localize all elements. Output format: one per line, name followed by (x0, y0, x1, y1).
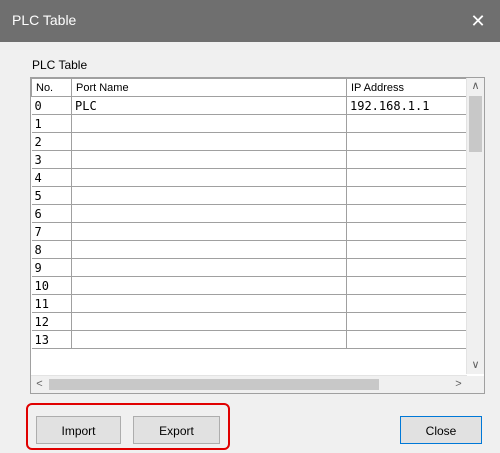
cell-ip-address[interactable] (346, 132, 469, 151)
table-row[interactable]: 9 (31, 258, 469, 277)
table-row[interactable]: 1 (31, 114, 469, 133)
cell-ip-address[interactable] (346, 222, 469, 241)
column-header-ip-address[interactable]: IP Address (346, 78, 469, 97)
export-button[interactable]: Export (133, 416, 220, 444)
vertical-scrollbar[interactable]: ∧ ∨ (466, 78, 484, 374)
table-row[interactable]: 12 (31, 312, 469, 331)
cell-no[interactable]: 10 (31, 276, 72, 295)
title-bar: PLC Table ✕ (0, 0, 500, 42)
cell-no[interactable]: 4 (31, 168, 72, 187)
cell-no[interactable]: 6 (31, 204, 72, 223)
horizontal-scrollbar[interactable]: < > (31, 375, 467, 393)
cell-no[interactable]: 1 (31, 114, 72, 133)
cell-ip-address[interactable] (346, 276, 469, 295)
cell-no[interactable]: 12 (31, 312, 72, 331)
scrollbar-corner (467, 376, 484, 393)
cell-ip-address[interactable] (346, 150, 469, 169)
close-button[interactable]: Close (400, 416, 482, 444)
cell-no[interactable]: 0 (31, 96, 72, 115)
table-row[interactable]: 2 (31, 132, 469, 151)
cell-ip-address[interactable]: 192.168.1.1 (346, 96, 469, 115)
table-row[interactable]: 5 (31, 186, 469, 205)
table-row[interactable]: 10 (31, 276, 469, 295)
cell-ip-address[interactable] (346, 114, 469, 133)
cell-no[interactable]: 5 (31, 186, 72, 205)
cell-port-name[interactable] (71, 132, 347, 151)
cell-ip-address[interactable] (346, 204, 469, 223)
cell-port-name[interactable] (71, 168, 347, 187)
cell-ip-address[interactable] (346, 330, 469, 349)
import-button[interactable]: Import (36, 416, 121, 444)
table-row[interactable]: 4 (31, 168, 469, 187)
scroll-left-icon[interactable]: < (31, 376, 48, 393)
cell-ip-address[interactable] (346, 168, 469, 187)
table-row[interactable]: 13 (31, 330, 469, 349)
scroll-right-icon[interactable]: > (450, 376, 467, 393)
cell-port-name[interactable] (71, 204, 347, 223)
scroll-down-icon[interactable]: ∨ (467, 357, 484, 374)
cell-no[interactable]: 13 (31, 330, 72, 349)
table-row[interactable]: 6 (31, 204, 469, 223)
plc-table-grid[interactable]: No. Port Name IP Address 0 PLC 192.168.1.1… (30, 77, 485, 394)
horizontal-scroll-thumb[interactable] (49, 379, 379, 390)
plc-table: No. Port Name IP Address 0 PLC 192.168.1.1… (31, 78, 469, 349)
table-row[interactable]: 7 (31, 222, 469, 241)
cell-port-name[interactable] (71, 186, 347, 205)
cell-port-name[interactable] (71, 312, 347, 331)
cell-port-name[interactable]: PLC (71, 96, 347, 115)
cell-no[interactable]: 7 (31, 222, 72, 241)
cell-port-name[interactable] (71, 114, 347, 133)
cell-ip-address[interactable] (346, 258, 469, 277)
cell-ip-address[interactable] (346, 312, 469, 331)
cell-port-name[interactable] (71, 240, 347, 259)
cell-port-name[interactable] (71, 150, 347, 169)
cell-ip-address[interactable] (346, 294, 469, 313)
cell-no[interactable]: 3 (31, 150, 72, 169)
cell-port-name[interactable] (71, 294, 347, 313)
table-row[interactable]: 8 (31, 240, 469, 259)
table-body: 0 PLC 192.168.1.1 1 2 3 4 5 6 7 8 9 10 11 12 13 (31, 96, 469, 349)
window-title: PLC Table (12, 12, 77, 28)
cell-port-name[interactable] (71, 222, 347, 241)
cell-port-name[interactable] (71, 276, 347, 295)
close-icon[interactable]: ✕ (456, 0, 500, 42)
header-row: No. Port Name IP Address (31, 78, 469, 97)
table-row[interactable]: 3 (31, 150, 469, 169)
cell-no[interactable]: 9 (31, 258, 72, 277)
table-row[interactable]: 0 PLC 192.168.1.1 (31, 96, 469, 115)
cell-ip-address[interactable] (346, 186, 469, 205)
cell-port-name[interactable] (71, 330, 347, 349)
plc-table-dialog: PLC Table ✕ PLC Table No. Port Name IP A… (0, 0, 500, 453)
cell-no[interactable]: 8 (31, 240, 72, 259)
column-header-no[interactable]: No. (31, 78, 72, 97)
cell-no[interactable]: 11 (31, 294, 72, 313)
cell-no[interactable]: 2 (31, 132, 72, 151)
column-header-port-name[interactable]: Port Name (71, 78, 347, 97)
cell-port-name[interactable] (71, 258, 347, 277)
group-label: PLC Table (32, 58, 88, 72)
cell-ip-address[interactable] (346, 240, 469, 259)
vertical-scroll-thumb[interactable] (469, 96, 482, 152)
table-row[interactable]: 11 (31, 294, 469, 313)
scroll-up-icon[interactable]: ∧ (467, 78, 484, 95)
